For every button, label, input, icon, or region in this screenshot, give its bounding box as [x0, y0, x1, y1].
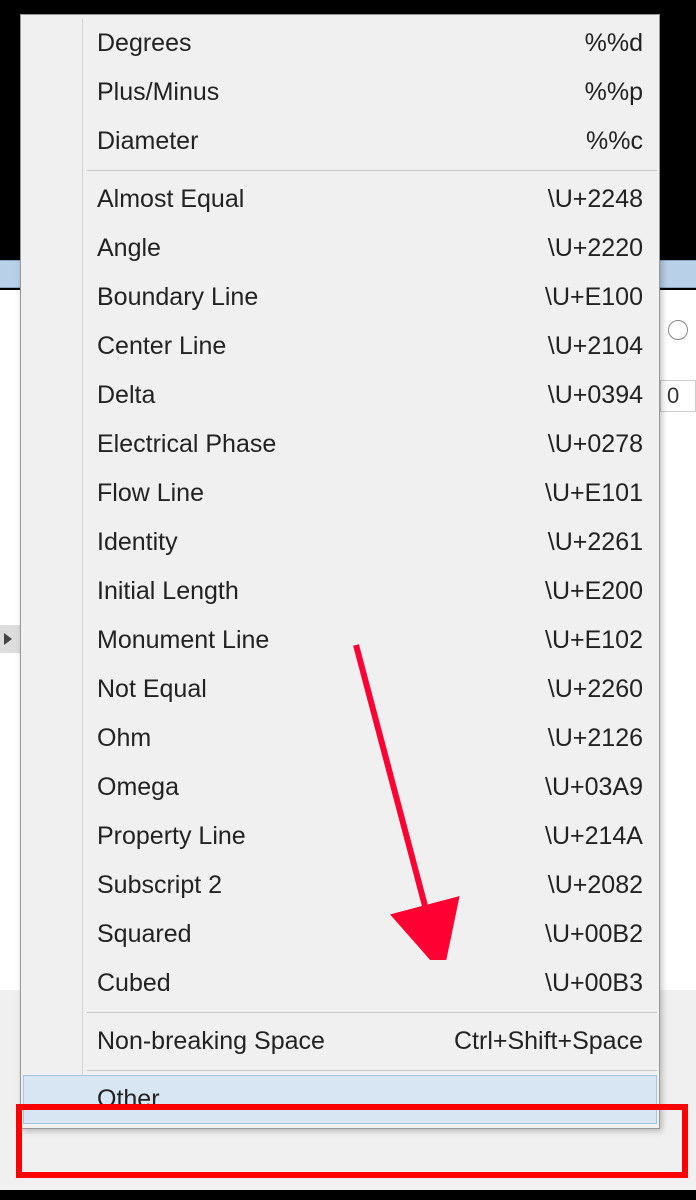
menu-item-shortcut: \U+2261 [548, 528, 643, 557]
menu-item-label: Subscript 2 [97, 871, 222, 900]
menu-item-shortcut: \U+2260 [548, 675, 643, 704]
menu-item-initial-length[interactable]: Initial Length \U+E200 [23, 567, 657, 616]
menu-item-plus-minus[interactable]: Plus/Minus %%p [23, 68, 657, 117]
menu-item-label: Center Line [97, 332, 226, 361]
menu-item-property-line[interactable]: Property Line \U+214A [23, 812, 657, 861]
menu-item-shortcut: \U+E102 [545, 626, 643, 655]
menu-separator [87, 1012, 657, 1013]
menu-item-shortcut: \U+2220 [548, 234, 643, 263]
menu-item-flow-line[interactable]: Flow Line \U+E101 [23, 469, 657, 518]
menu-item-shortcut: %%d [585, 29, 643, 58]
menu-item-label: Boundary Line [97, 283, 258, 312]
menu-item-almost-equal[interactable]: Almost Equal \U+2248 [23, 175, 657, 224]
menu-item-shortcut: \U+E100 [545, 283, 643, 312]
menu-item-squared[interactable]: Squared \U+00B2 [23, 910, 657, 959]
menu-item-shortcut: \U+E200 [545, 577, 643, 606]
menu-item-shortcut: Ctrl+Shift+Space [454, 1027, 643, 1056]
menu-item-label: Almost Equal [97, 185, 244, 214]
menu-item-shortcut: \U+214A [545, 822, 643, 851]
symbol-context-menu: Degrees %%d Plus/Minus %%p Diameter %%c Almost… [20, 14, 660, 1129]
menu-item-label: Diameter [97, 127, 198, 156]
menu-item-label: Cubed [97, 969, 171, 998]
menu-item-other[interactable]: Other... [23, 1075, 657, 1124]
menu-item-label: Delta [97, 381, 155, 410]
menu-item-label: Ohm [97, 724, 151, 753]
menu-item-shortcut: \U+2126 [548, 724, 643, 753]
menu-item-label: Monument Line [97, 626, 269, 655]
menu-separator [87, 1070, 657, 1071]
menu-item-label: Plus/Minus [97, 78, 219, 107]
menu-item-cubed[interactable]: Cubed \U+00B3 [23, 959, 657, 1008]
menu-item-delta[interactable]: Delta \U+0394 [23, 371, 657, 420]
menu-item-label: Other... [97, 1085, 179, 1114]
menu-item-shortcut: %%c [586, 127, 643, 156]
menu-item-not-equal[interactable]: Not Equal \U+2260 [23, 665, 657, 714]
menu-item-center-line[interactable]: Center Line \U+2104 [23, 322, 657, 371]
menu-item-label: Non-breaking Space [97, 1027, 325, 1056]
menu-item-shortcut: \U+03A9 [545, 773, 643, 802]
menu-item-label: Not Equal [97, 675, 207, 704]
menu-item-shortcut: \U+0278 [548, 430, 643, 459]
menu-item-shortcut: \U+00B3 [545, 969, 643, 998]
menu-item-identity[interactable]: Identity \U+2261 [23, 518, 657, 567]
menu-item-label: Property Line [97, 822, 246, 851]
menu-item-nonbreaking-space[interactable]: Non-breaking Space Ctrl+Shift+Space [23, 1017, 657, 1066]
menu-item-boundary-line[interactable]: Boundary Line \U+E100 [23, 273, 657, 322]
menu-item-ohm[interactable]: Ohm \U+2126 [23, 714, 657, 763]
bg-circle-icon [668, 320, 688, 340]
bg-numeric-field[interactable]: 0 [660, 380, 696, 412]
menu-item-omega[interactable]: Omega \U+03A9 [23, 763, 657, 812]
menu-item-label: Initial Length [97, 577, 239, 606]
menu-item-monument-line[interactable]: Monument Line \U+E102 [23, 616, 657, 665]
menu-item-degrees[interactable]: Degrees %%d [23, 19, 657, 68]
menu-item-shortcut: \U+E101 [545, 479, 643, 508]
menu-item-shortcut: \U+2082 [548, 871, 643, 900]
menu-separator [87, 170, 657, 171]
menu-item-label: Electrical Phase [97, 430, 276, 459]
menu-item-shortcut: \U+00B2 [545, 920, 643, 949]
bg-chevron-icon [0, 625, 20, 653]
menu-item-shortcut: \U+2104 [548, 332, 643, 361]
menu-item-label: Squared [97, 920, 192, 949]
menu-item-label: Identity [97, 528, 178, 557]
menu-item-subscript-2[interactable]: Subscript 2 \U+2082 [23, 861, 657, 910]
menu-item-angle[interactable]: Angle \U+2220 [23, 224, 657, 273]
menu-item-electrical-phase[interactable]: Electrical Phase \U+0278 [23, 420, 657, 469]
menu-item-label: Degrees [97, 29, 192, 58]
menu-item-label: Angle [97, 234, 161, 263]
menu-item-diameter[interactable]: Diameter %%c [23, 117, 657, 166]
menu-item-shortcut: \U+0394 [548, 381, 643, 410]
menu-item-shortcut: %%p [585, 78, 643, 107]
menu-item-shortcut: \U+2248 [548, 185, 643, 214]
menu-item-label: Omega [97, 773, 179, 802]
menu-item-label: Flow Line [97, 479, 204, 508]
